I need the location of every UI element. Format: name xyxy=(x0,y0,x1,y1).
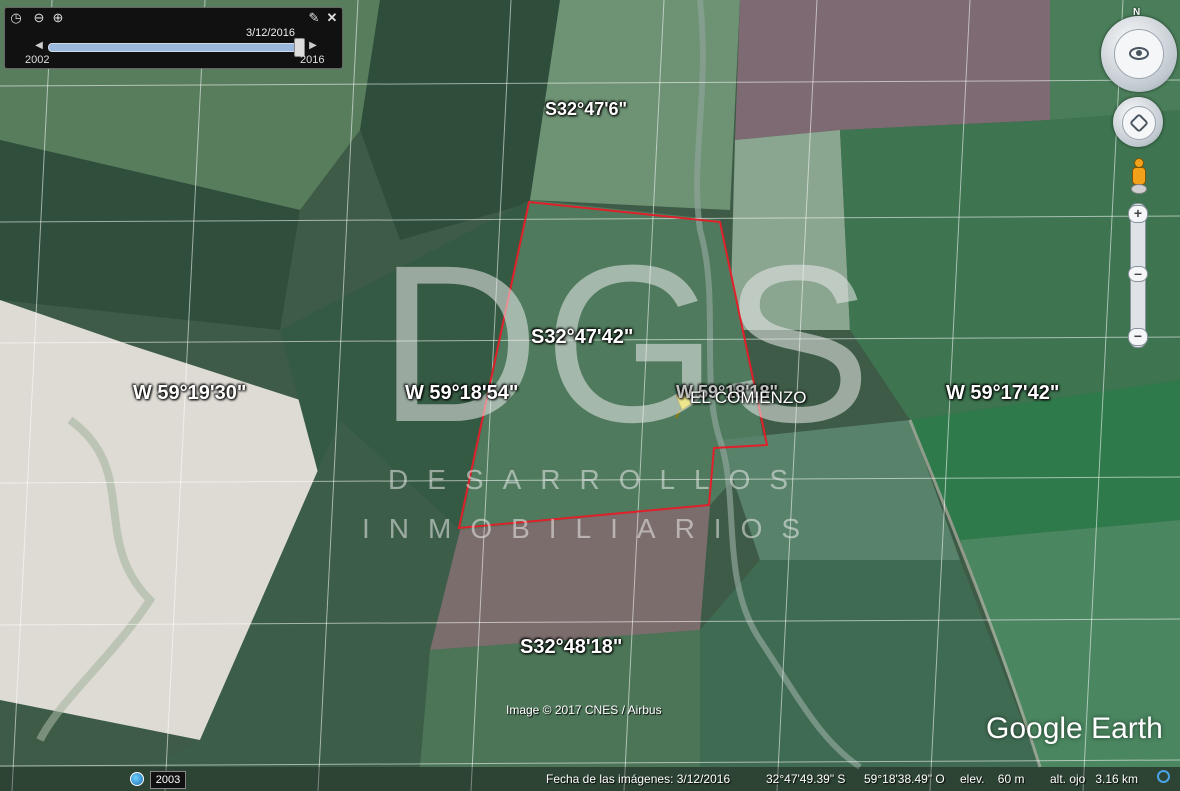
longitude-label: W 59°18'54" xyxy=(405,382,519,404)
cursor-latitude: 32°47'49.39" S xyxy=(766,772,846,786)
zoom-out-button[interactable]: − xyxy=(1128,328,1148,346)
latitude-label: S32°47'42" xyxy=(531,326,634,348)
historical-imagery-icon[interactable] xyxy=(130,772,144,786)
slider-start-year: 2002 xyxy=(25,54,50,66)
placemark-label[interactable]: EL COMIENZO xyxy=(690,388,807,408)
longitude-label: W 59°19'30" xyxy=(133,382,247,404)
zoom-in-button[interactable]: + xyxy=(1128,205,1148,223)
move-joystick[interactable] xyxy=(1113,97,1163,147)
pan-arrows-icon xyxy=(1129,113,1149,133)
step-back-icon[interactable]: ◀ xyxy=(33,39,45,53)
google-earth-logo: Google Earth xyxy=(986,712,1163,745)
field xyxy=(735,0,1050,140)
latitude-label: S32°48'18" xyxy=(520,636,623,658)
field xyxy=(840,110,1180,420)
close-icon[interactable]: ✕ xyxy=(325,11,339,25)
imagery-date: Fecha de las imágenes: 3/12/2016 xyxy=(546,772,731,786)
slider-date: 3/12/2016 xyxy=(246,27,295,39)
imagery-copyright: Image © 2017 CNES / Airbus xyxy=(506,703,662,717)
time-slider-track[interactable] xyxy=(48,43,305,52)
look-joystick[interactable] xyxy=(1114,29,1164,79)
historical-year-badge[interactable]: 2003 xyxy=(150,771,186,789)
look-compass[interactable] xyxy=(1101,16,1177,92)
zoom-in-icon[interactable]: ⊕ xyxy=(51,11,65,25)
cursor-elevation: elev. 60 m xyxy=(960,772,1025,786)
slider-end-year: 2016 xyxy=(300,54,325,66)
cursor-longitude: 59°18'38.49" O xyxy=(864,772,945,786)
wrench-icon[interactable]: ✎ xyxy=(307,11,321,25)
historical-imagery-panel: ◷ ⊖ ⊕ ✎ ✕ 3/12/2016 ◀ ▶ 2002 2016 xyxy=(4,7,343,69)
eye-altitude: alt. ojo 3.16 km xyxy=(1050,772,1139,786)
eye-pupil xyxy=(1136,50,1142,56)
street-view-pegman-icon[interactable] xyxy=(1131,158,1147,194)
watermark-line2: INMOBILIARIOS xyxy=(362,513,820,544)
watermark-line1: DESARROLLOS xyxy=(388,464,808,495)
zoom-slider-thumb[interactable]: – xyxy=(1128,266,1148,282)
longitude-label: W 59°17'42" xyxy=(946,382,1060,404)
clock-icon[interactable]: ◷ xyxy=(9,11,23,25)
zoom-out-icon[interactable]: ⊖ xyxy=(32,11,46,25)
latitude-label: S32°47'6" xyxy=(545,99,628,119)
streaming-status-icon xyxy=(1157,770,1170,783)
step-forward-icon[interactable]: ▶ xyxy=(307,39,319,53)
